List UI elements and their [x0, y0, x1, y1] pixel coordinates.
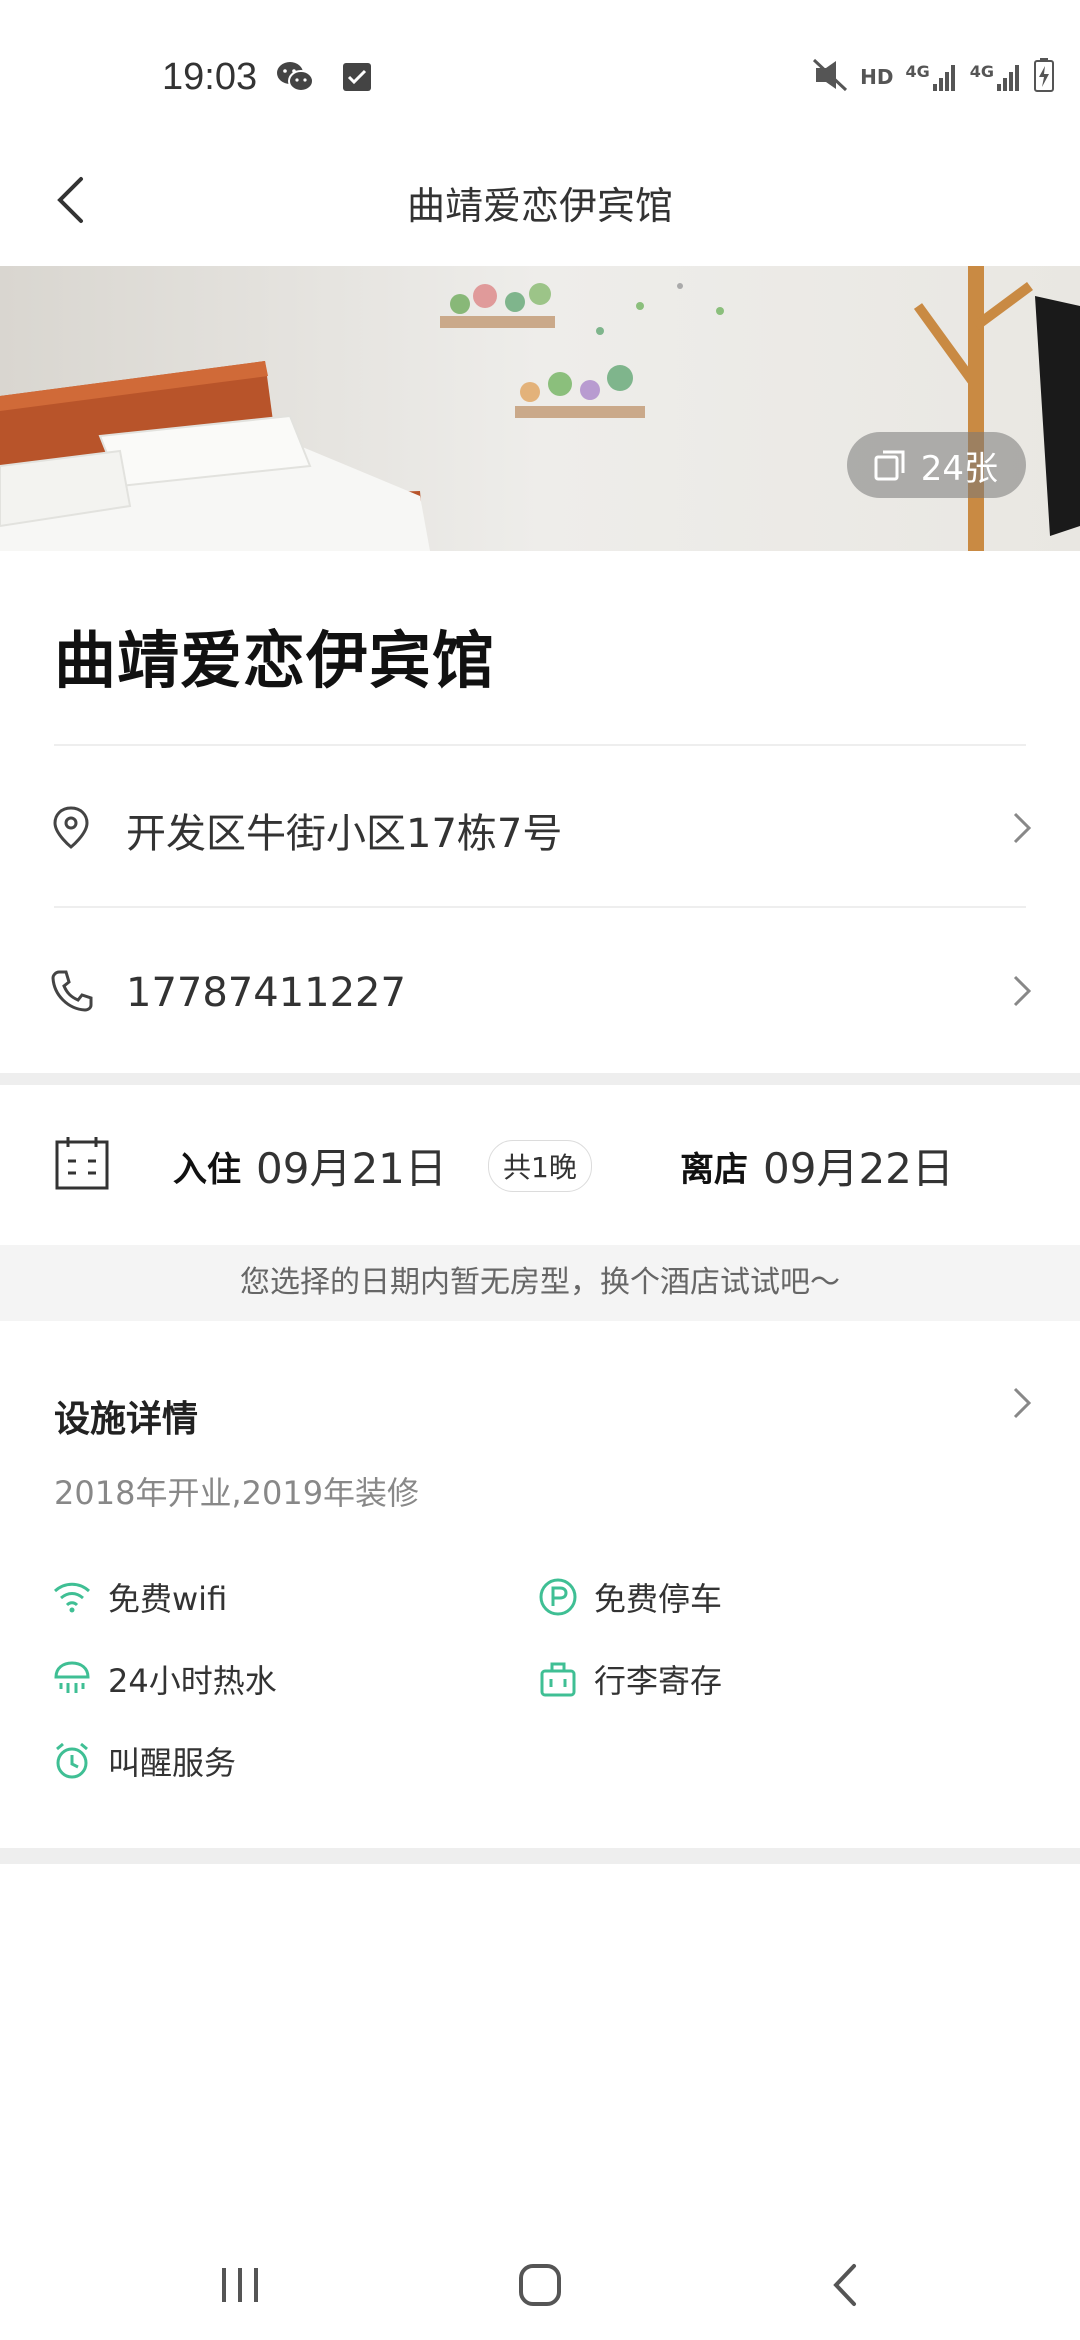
- checkout-label: 离店: [680, 1150, 748, 1190]
- 4g-signal-icon: 4G: [905, 62, 957, 92]
- status-left-icons: [276, 60, 372, 98]
- no-rooms-notice: 您选择的日期内暂无房型，换个酒店试试吧～: [0, 1245, 1080, 1321]
- shower-icon: [54, 1661, 90, 1693]
- chevron-right-icon: [1013, 1387, 1032, 1419]
- amenity-label: 行李寄存: [594, 1662, 723, 1700]
- amenity-luggage: 行李寄存: [538, 1656, 722, 1702]
- hotel-name: 曲靖爱恋伊宾馆: [54, 624, 496, 697]
- nights-badge: 共1晚: [488, 1140, 592, 1192]
- status-right-icons: HD 4G 4G: [812, 58, 1054, 96]
- hotel-room-photo: [0, 266, 1080, 551]
- location-pin-icon: [50, 805, 92, 855]
- amenity-parking: 免费停车: [538, 1574, 722, 1620]
- hotel-photo[interactable]: [0, 266, 1080, 551]
- amenity-label: 免费停车: [594, 1580, 723, 1618]
- amenity-wifi: 免费wifi: [52, 1574, 227, 1620]
- phone-icon: [50, 969, 94, 1017]
- checkout-date: 09月22日: [763, 1144, 954, 1193]
- photo-count: 24张: [920, 448, 998, 489]
- wifi-icon: [53, 1582, 91, 1613]
- luggage-icon: [540, 1662, 576, 1697]
- back-arrow-icon: [833, 2264, 856, 2306]
- amenity-label: 叫醒服务: [108, 1744, 237, 1782]
- wechat-icon: [276, 60, 314, 98]
- amenity-label: 免费wifi: [108, 1580, 228, 1618]
- section-gap: [0, 1073, 1080, 1085]
- 4g-signal-icon: 4G: [970, 62, 1022, 92]
- checkin-date: 09月21日: [256, 1144, 447, 1193]
- battery-charging-icon: [1034, 58, 1054, 96]
- photo-count-badge[interactable]: 24张: [846, 432, 1026, 498]
- hd-icon: HD: [860, 65, 894, 89]
- home-icon: [519, 2264, 561, 2306]
- checkin-label: 入住: [173, 1150, 241, 1190]
- status-time: 19:03: [162, 56, 258, 98]
- section-gap: [0, 1848, 1080, 1864]
- amenity-wake-up: 叫醒服务: [52, 1738, 236, 1784]
- divider: [54, 906, 1026, 908]
- date-selector[interactable]: 入住 09月21日 共1晚 离店 09月22日: [0, 1085, 1080, 1245]
- alarm-clock-icon: [56, 1742, 88, 1779]
- gallery-icon: [874, 450, 905, 481]
- phone-row[interactable]: 17787411227: [0, 918, 1080, 1068]
- mute-vibrate-icon: [812, 58, 848, 96]
- facilities-more-button[interactable]: [1012, 1386, 1032, 1424]
- home-button[interactable]: [510, 2255, 570, 2315]
- recent-apps-button[interactable]: [210, 2255, 270, 2315]
- system-back-button[interactable]: [815, 2255, 875, 2315]
- chevron-right-icon: [1012, 811, 1032, 849]
- page-title: 曲靖爱恋伊宾馆: [406, 184, 673, 228]
- calendar-icon: [54, 1135, 110, 1195]
- address-row[interactable]: 开发区牛街小区17栋7号: [0, 755, 1080, 905]
- checkbox-icon: [342, 62, 372, 96]
- parking-icon: [539, 1578, 577, 1616]
- chevron-right-icon: [1012, 974, 1032, 1012]
- hotel-phone: 17787411227: [126, 970, 406, 1016]
- amenity-hot-water: 24小时热水: [52, 1656, 277, 1702]
- divider: [54, 744, 1026, 746]
- hotel-address: 开发区牛街小区17栋7号: [126, 811, 563, 857]
- facilities-subtitle: 2018年开业,2019年装修: [54, 1474, 420, 1512]
- amenity-label: 24小时热水: [108, 1662, 277, 1700]
- facilities-title[interactable]: 设施详情: [54, 1390, 198, 1442]
- recent-apps-icon: [222, 2268, 258, 2302]
